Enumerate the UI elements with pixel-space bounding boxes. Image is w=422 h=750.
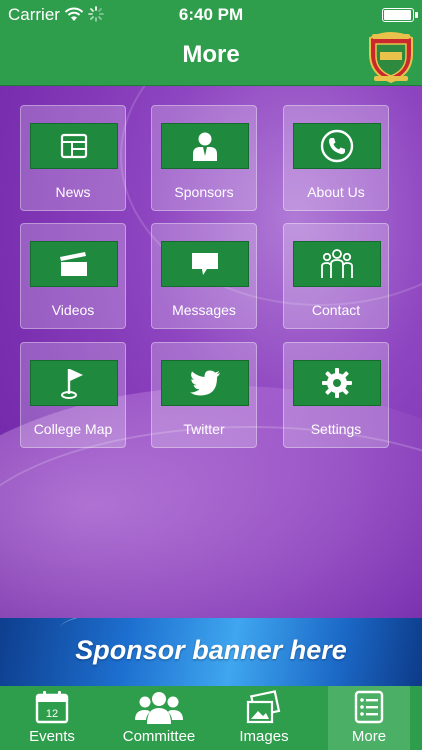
- menu-tile-label: Contact: [311, 302, 361, 318]
- menu-tile-label: News: [55, 184, 91, 200]
- tab-more[interactable]: More: [328, 686, 410, 750]
- tab-bar: 12 Events Committee Images More: [0, 686, 422, 750]
- tile-icon-box: [161, 360, 249, 406]
- clapperboard-icon: [60, 252, 87, 276]
- menu-tile-news[interactable]: News: [20, 105, 126, 211]
- tab-events[interactable]: 12 Events: [0, 686, 104, 750]
- page-title: More: [182, 41, 240, 68]
- calendar-icon: 12: [35, 691, 69, 724]
- tab-label: More: [351, 728, 387, 745]
- menu-tile-contact[interactable]: Contact: [283, 223, 389, 329]
- tile-icon-box: [30, 360, 118, 406]
- tile-icon-box: [30, 123, 118, 169]
- menu-tile-label: College Map: [33, 421, 113, 437]
- battery-icon: [382, 8, 418, 22]
- menu-tile-twitter[interactable]: Twitter: [151, 342, 257, 448]
- status-bar: Carrier 6:40 PM: [0, 0, 422, 30]
- tile-icon-box: [293, 123, 381, 169]
- people-group-icon: [321, 249, 353, 278]
- tab-images[interactable]: Images: [214, 686, 314, 750]
- menu-tile-label: Twitter: [183, 421, 225, 437]
- more-menu-panel: News Sponsors About Us Videos Messages C…: [0, 86, 422, 618]
- group-icon: [135, 692, 183, 724]
- tab-label: Images: [239, 728, 289, 745]
- list-icon: [354, 690, 384, 724]
- sponsor-banner[interactable]: Sponsor banner here: [0, 618, 422, 686]
- menu-tile-label: Messages: [172, 302, 236, 318]
- tile-icon-box: [293, 241, 381, 287]
- speech-bubble-icon: [192, 253, 218, 275]
- menu-tile-label: Videos: [51, 302, 95, 318]
- tab-committee[interactable]: Committee: [104, 686, 214, 750]
- menu-tile-label: Settings: [310, 421, 362, 437]
- tile-icon-box: [293, 360, 381, 406]
- menu-tile-settings[interactable]: Settings: [283, 342, 389, 448]
- tile-icon-box: [161, 123, 249, 169]
- phone-icon: [320, 129, 354, 163]
- newspaper-icon: [60, 133, 88, 159]
- tile-icon-box: [161, 241, 249, 287]
- status-time: 6:40 PM: [178, 5, 244, 24]
- twitter-bird-icon: [190, 370, 220, 396]
- background-arc: [0, 426, 422, 618]
- nav-bar: More: [0, 30, 422, 86]
- gear-icon: [322, 368, 352, 398]
- college-crest-logo: [369, 32, 413, 84]
- menu-tile-videos[interactable]: Videos: [20, 223, 126, 329]
- photos-icon: [246, 690, 281, 724]
- tile-icon-box: [30, 241, 118, 287]
- tab-label: Events: [29, 728, 75, 745]
- menu-tile-label: Sponsors: [174, 184, 234, 200]
- sponsor-banner-text: Sponsor banner here: [75, 635, 347, 665]
- person-icon: [193, 132, 217, 161]
- battery-level-fill: [384, 10, 411, 20]
- menu-tile-messages[interactable]: Messages: [151, 223, 257, 329]
- menu-tile-college-map[interactable]: College Map: [20, 342, 126, 448]
- menu-tile-sponsors[interactable]: Sponsors: [151, 105, 257, 211]
- menu-tile-about-us[interactable]: About Us: [283, 105, 389, 211]
- menu-tile-label: About Us: [307, 184, 365, 200]
- golf-flag-icon: [61, 369, 83, 399]
- tab-label: Committee: [122, 728, 196, 745]
- calendar-day: 12: [46, 708, 58, 720]
